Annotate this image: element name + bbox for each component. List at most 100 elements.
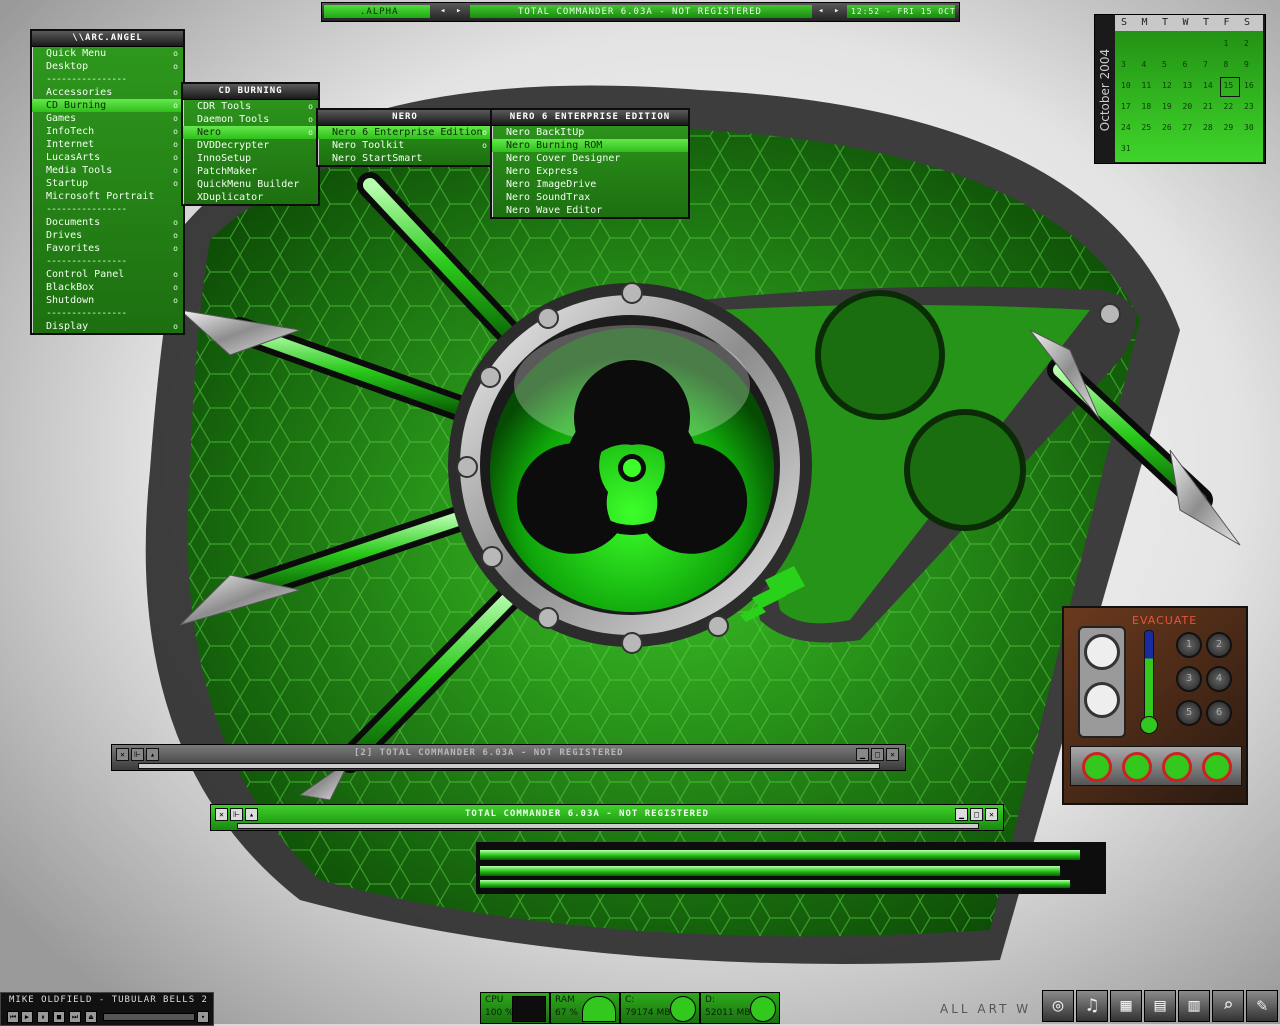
inactive-shade-icon[interactable]: ▴ [146,748,159,761]
knob-2-icon[interactable] [1122,752,1152,782]
menu-item-nero-6-enterprise-edition[interactable]: Nero 6 Enterprise Edition o [318,126,492,139]
menu-item-infotech[interactable]: InfoTech o [32,125,183,138]
play-icon[interactable]: ▶ [21,1011,33,1023]
calendar-day[interactable]: 20 [1183,102,1193,111]
menu-item-display[interactable]: Display o [32,320,183,333]
active-close-icon[interactable]: ✕ [985,808,998,821]
menu-item-drives[interactable]: Drives o [32,229,183,242]
calendar-day[interactable]: 16 [1244,81,1254,90]
menu-item-nero-wave-editor[interactable]: Nero Wave Editor [492,204,688,217]
inactive-pin-icon[interactable]: ⊩ [131,748,144,761]
calendar-day[interactable]: 26 [1162,123,1172,132]
volume-dropdown-icon[interactable]: ▾ [197,1011,209,1023]
task-next-icon[interactable]: ▸ [834,6,840,16]
menu-item-nero-cover-designer[interactable]: Nero Cover Designer [492,152,688,165]
active-shade-icon[interactable]: ▴ [245,808,258,821]
calendar-day[interactable]: 21 [1203,102,1213,111]
menu-item-nero-burning-rom[interactable]: Nero Burning ROM [492,139,688,152]
calendar-day[interactable]: 25 [1142,123,1152,132]
menu-item-cdr-tools[interactable]: CDR Tools o [183,100,318,113]
seek-slider[interactable] [103,1013,195,1021]
calendar-day[interactable]: 19 [1162,102,1172,111]
next-track-icon[interactable]: ⏭ [69,1011,81,1023]
inactive-close-icon[interactable]: ✕ [886,748,899,761]
eject-icon[interactable]: ⏏ [85,1011,97,1023]
evacuate-button-3[interactable]: 3 [1176,666,1202,692]
calendar-day[interactable]: 8 [1224,60,1229,69]
calendar-day[interactable]: 27 [1183,123,1193,132]
inactive-maximize-icon[interactable]: □ [871,748,884,761]
menu-item-favorites[interactable]: Favorites o [32,242,183,255]
menu-item-daemon-tools[interactable]: Daemon Tools o [183,113,318,126]
task-window-title[interactable]: TOTAL COMMANDER 6.03A - NOT REGISTERED [518,7,762,17]
calendar-day[interactable]: 29 [1224,123,1234,132]
evacuate-button-6[interactable]: 6 [1206,700,1232,726]
calendar-day[interactable]: 3 [1121,60,1126,69]
menu-item-quickmenu-builder[interactable]: QuickMenu Builder [183,178,318,191]
prev-track-icon[interactable]: ⏮ [7,1011,19,1023]
total-commander-active-window[interactable]: ✕ ⊩ ▴ TOTAL COMMANDER 6.03A - NOT REGIST… [210,804,1004,831]
menu-item-nero-backitup[interactable]: Nero BackItUp [492,126,688,139]
active-minimize-icon[interactable]: ▁ [955,808,968,821]
server-icon[interactable]: ▦ [1110,990,1142,1022]
menu-item-internet[interactable]: Internet o [32,138,183,151]
menu-item-media-tools[interactable]: Media Tools o [32,164,183,177]
calendar-day[interactable]: 22 [1224,102,1234,111]
menu-item-cd-burning[interactable]: CD Burning o [32,99,183,112]
menu-item-lucasarts[interactable]: LucasArts o [32,151,183,164]
calendar-day[interactable]: 10 [1121,81,1131,90]
search-icon[interactable]: ⌕ [1212,990,1244,1022]
calendar-day[interactable]: 24 [1121,123,1131,132]
inactive-minimize-icon[interactable]: ▁ [856,748,869,761]
knob-3-icon[interactable] [1162,752,1192,782]
calendar-day[interactable]: 4 [1142,60,1147,69]
menu-item-microsoft-portrait[interactable]: Microsoft Portrait [32,190,183,203]
calendar-day[interactable]: 18 [1142,102,1152,111]
active-maximize-icon[interactable]: □ [970,808,983,821]
calendar-day[interactable]: 6 [1183,60,1188,69]
calendar-day[interactable]: 1 [1224,39,1229,48]
calendar-day[interactable]: 13 [1183,81,1193,90]
calendar-day[interactable]: 30 [1244,123,1254,132]
menu-item-innosetup[interactable]: InnoSetup [183,152,318,165]
menu-item-documents[interactable]: Documents o [32,216,183,229]
menu-item-nero-startsmart[interactable]: Nero StartSmart [318,152,492,165]
inactive-close-left-icon[interactable]: ✕ [116,748,129,761]
stop-icon[interactable]: ■ [53,1011,65,1023]
menu-item-startup[interactable]: Startup o [32,177,183,190]
tools-icon[interactable]: ✎ [1246,990,1278,1022]
menu-item-blackbox[interactable]: BlackBox o [32,281,183,294]
menu-item-shutdown[interactable]: Shutdown o [32,294,183,307]
calendar-day[interactable]: 31 [1121,144,1131,153]
menu-item-nero-soundtrax[interactable]: Nero SoundTrax [492,191,688,204]
menu-item-quick-menu[interactable]: Quick Menu o [32,47,183,60]
pause-icon[interactable]: ⏸ [37,1011,49,1023]
menu-item-nero-imagedrive[interactable]: Nero ImageDrive [492,178,688,191]
menu-item-desktop[interactable]: Desktop o [32,60,183,73]
knob-4-icon[interactable] [1202,752,1232,782]
media-icon[interactable]: ♫ [1076,990,1108,1022]
calendar-day[interactable]: 5 [1162,60,1167,69]
menu-item-nero-toolkit[interactable]: Nero Toolkit o [318,139,492,152]
menu-item-nero[interactable]: Nero o [183,126,318,139]
evacuate-button-1[interactable]: 1 [1176,632,1202,658]
total-commander-inactive-window[interactable]: ✕ ⊩ ▴ [2] TOTAL COMMANDER 6.03A - NOT RE… [111,744,906,771]
calendar-day[interactable]: 23 [1244,102,1254,111]
active-close-left-icon[interactable]: ✕ [215,808,228,821]
knob-1-icon[interactable] [1082,752,1112,782]
task-prev-icon[interactable]: ◂ [818,6,824,16]
menu-item-accessories[interactable]: Accessories o [32,86,183,99]
calendar-day[interactable]: 9 [1244,60,1249,69]
calendar-day[interactable]: 12 [1162,81,1172,90]
book-icon[interactable]: ▥ [1178,990,1210,1022]
menu-item-games[interactable]: Games o [32,112,183,125]
books-icon[interactable]: ▤ [1144,990,1176,1022]
workspace-next-icon[interactable]: ▸ [456,6,462,16]
menu-item-nero-express[interactable]: Nero Express [492,165,688,178]
cd-icon[interactable]: ◎ [1042,990,1074,1022]
evacuate-button-5[interactable]: 5 [1176,700,1202,726]
evacuate-button-2[interactable]: 2 [1206,632,1232,658]
evacuate-button-4[interactable]: 4 [1206,666,1232,692]
menu-item-xduplicator[interactable]: XDuplicator [183,191,318,204]
menu-item-control-panel[interactable]: Control Panel o [32,268,183,281]
